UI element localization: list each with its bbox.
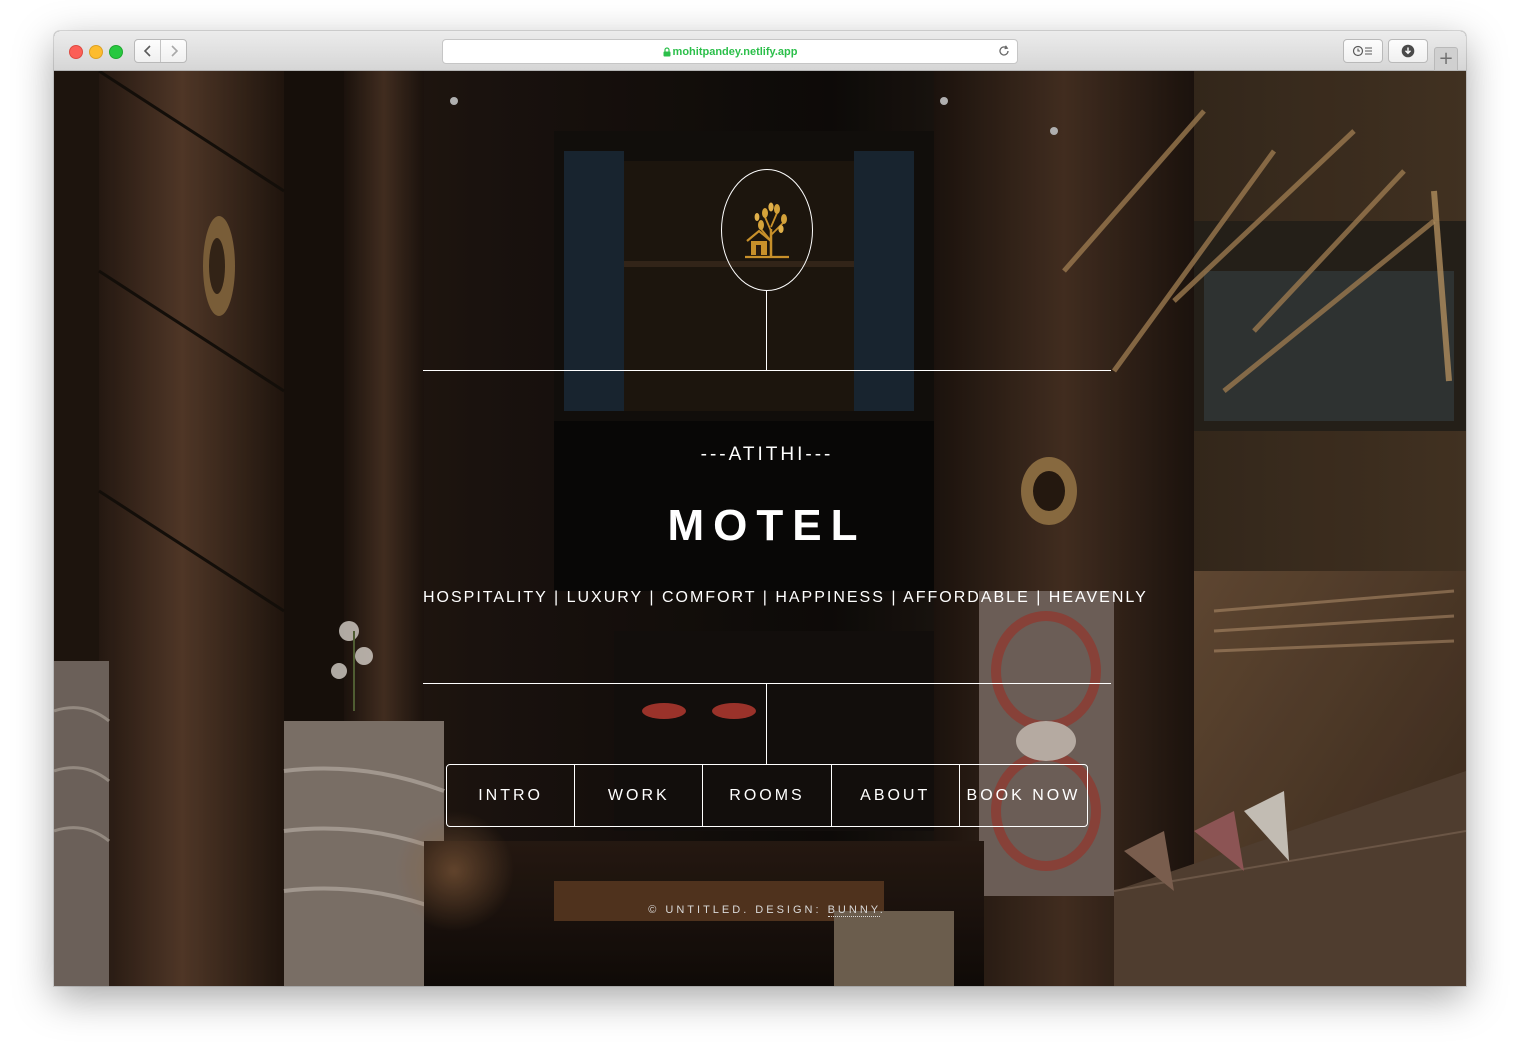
page-content: ---ATITHI--- MOTEL HOSPITALITY | LUXURY … [54, 71, 1466, 986]
zoom-window-button[interactable] [109, 45, 123, 59]
back-button[interactable] [135, 40, 160, 62]
footer-suffix: . [879, 904, 886, 916]
nav-rooms[interactable]: ROOMS [702, 765, 830, 826]
footer-copyright: © UNTITLED. DESIGN: BUNNY. [423, 904, 1111, 917]
nav-intro[interactable]: INTRO [447, 765, 574, 826]
footer-prefix: © UNTITLED. DESIGN: [648, 904, 828, 916]
nav-work[interactable]: WORK [574, 765, 702, 826]
tagline: HOSPITALITY | LUXURY | COMFORT | HAPPINE… [423, 589, 1148, 606]
site-header: ---ATITHI--- MOTEL HOSPITALITY | LUXURY … [423, 71, 1148, 986]
main-nav: INTRO WORK ROOMS ABOUT BOOK NOW [446, 764, 1088, 827]
nav-about[interactable]: ABOUT [830, 765, 959, 826]
nav-book-now[interactable]: BOOK NOW [958, 765, 1087, 826]
address-bar[interactable]: mohitpandey.netlify.app [442, 39, 1018, 64]
minimize-window-button[interactable] [89, 45, 103, 59]
top-divider [423, 370, 1111, 371]
plus-icon: + [1438, 48, 1454, 69]
browser-window: mohitpandey.netlify.app + ---ATITHI--- M… [54, 31, 1466, 986]
browser-toolbar: mohitpandey.netlify.app + [54, 31, 1466, 71]
url-display[interactable]: mohitpandey.netlify.app [443, 40, 1017, 63]
bottom-divider [423, 683, 1111, 684]
download-icon [1401, 44, 1415, 58]
forward-button[interactable] [160, 40, 186, 62]
reload-icon[interactable] [997, 44, 1011, 58]
downloads-button[interactable] [1388, 39, 1428, 63]
page-title: MOTEL [667, 501, 867, 550]
footer-credit-link[interactable]: BUNNY [827, 904, 880, 917]
lock-icon [663, 46, 671, 56]
chevron-right-icon [170, 45, 178, 57]
reader-icon [1352, 45, 1372, 57]
logo-badge[interactable] [721, 169, 813, 291]
brand-tag: ---ATITHI--- [700, 444, 834, 465]
logo-connector-line [766, 291, 767, 370]
url-text: mohitpandey.netlify.app [672, 45, 798, 58]
chevron-left-icon [143, 45, 151, 57]
close-window-button[interactable] [69, 45, 83, 59]
new-tab-button[interactable]: + [1434, 47, 1458, 71]
reader-view-button[interactable] [1343, 39, 1383, 63]
nav-connector-line [766, 684, 767, 764]
tree-house-logo-icon [745, 202, 789, 259]
history-nav-group [134, 39, 187, 63]
